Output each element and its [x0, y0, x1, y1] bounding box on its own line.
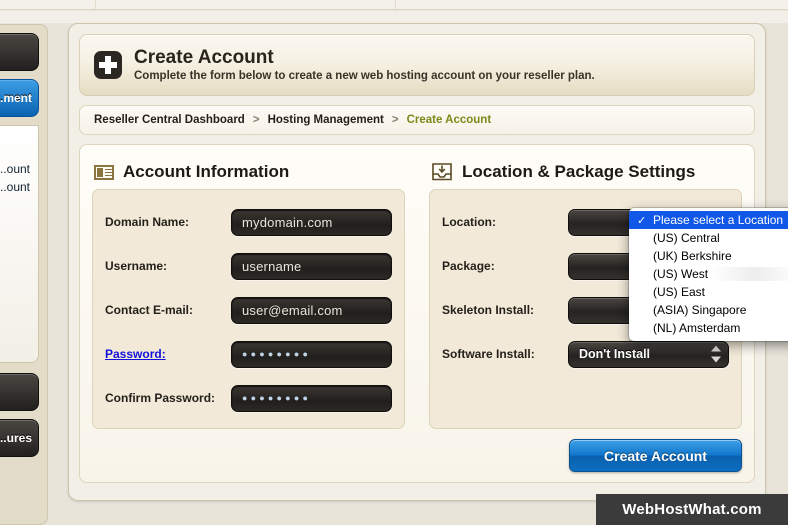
breadcrumb-separator-1: >	[252, 114, 260, 126]
software-install-label: Software Install:	[442, 347, 535, 361]
location-option-label: (ASIA) Singapore	[653, 303, 747, 317]
account-information-header: Account Information	[92, 155, 405, 189]
skeleton-install-label: Skeleton Install:	[442, 303, 535, 317]
location-option-us-west[interactable]: (US) West	[629, 265, 788, 283]
confirm-password-input[interactable]: ●●●●●●●●	[231, 384, 392, 412]
confirm-password-label: Confirm Password:	[105, 391, 216, 405]
sidebar-button-lower-2-label: ...ures	[0, 431, 32, 445]
main-content-panel: Create Account Complete the form below t…	[68, 23, 788, 501]
account-information-fields: Domain Name: mydomain.com Username: user…	[92, 189, 405, 429]
domain-name-label: Domain Name:	[105, 215, 190, 229]
password-input[interactable]: ●●●●●●●●	[231, 340, 392, 368]
form-card: Account Information Domain Name: mydomai…	[79, 144, 788, 483]
sidebar-button-hosting-management[interactable]: ...ment	[0, 79, 39, 117]
username-input[interactable]: username	[231, 252, 392, 280]
location-package-title: Location & Package Settings	[462, 162, 696, 181]
field-row-username: Username: username	[105, 244, 392, 288]
sidebar-submenu: ...ount ...ount	[0, 125, 39, 363]
breadcrumb-separator-2: >	[391, 114, 399, 126]
browser-top-strip-secondary	[0, 11, 788, 23]
sidebar-lower-group: ...ures	[0, 373, 39, 457]
contact-email-label: Contact E-mail:	[105, 303, 194, 317]
browser-top-strip	[0, 0, 788, 10]
watermark: WebHostWhat.com	[596, 494, 788, 525]
plus-box-icon	[94, 51, 122, 79]
sidebar-button-hosting-management-label: ...ment	[0, 91, 32, 105]
location-option-label: (US) Central	[653, 231, 720, 245]
sidebar-menu-item-2[interactable]: ...ount	[0, 178, 32, 196]
breadcrumb-item-dashboard[interactable]: Reseller Central Dashboard	[94, 114, 245, 126]
software-install-select[interactable]: Don't Install	[568, 340, 729, 368]
field-row-password: Password: ●●●●●●●●	[105, 332, 392, 376]
location-option-please-select[interactable]: ✓ Please select a Location	[629, 211, 788, 229]
location-option-nl-amsterdam[interactable]: (NL) Amsterdam	[629, 319, 788, 337]
breadcrumb-item-hosting-management[interactable]: Hosting Management	[268, 114, 384, 126]
sidebar-button-lower-1[interactable]	[0, 373, 39, 411]
location-option-uk-berkshire[interactable]: (UK) Berkshire	[629, 247, 788, 265]
password-label-link[interactable]: Password:	[105, 347, 231, 361]
field-row-domain-name: Domain Name: mydomain.com	[105, 200, 392, 244]
inbox-tray-icon	[432, 163, 452, 181]
account-information-column: Account Information Domain Name: mydomai…	[92, 155, 405, 429]
page-title: Create Account	[134, 46, 274, 68]
location-label: Location:	[442, 215, 496, 229]
field-row-confirm-password: Confirm Password: ●●●●●●●●	[105, 376, 392, 420]
breadcrumb: Reseller Central Dashboard > Hosting Man…	[79, 105, 755, 135]
sidebar-button-top[interactable]	[0, 33, 39, 71]
page-header-text: Create Account Complete the form below t…	[134, 47, 595, 84]
account-information-title: Account Information	[123, 162, 290, 181]
sidebar-button-lower-2[interactable]: ...ures	[0, 419, 39, 457]
page-subtitle: Complete the form below to create a new …	[134, 69, 595, 82]
location-option-asia-singapore[interactable]: (ASIA) Singapore	[629, 301, 788, 319]
package-label: Package:	[442, 259, 495, 273]
location-option-label: (NL) Amsterdam	[653, 321, 741, 335]
location-option-label: (US) West	[653, 267, 709, 281]
location-option-us-central[interactable]: (US) Central	[629, 229, 788, 247]
username-label: Username:	[105, 259, 168, 273]
contact-email-input[interactable]: user@email.com	[231, 296, 392, 324]
location-option-us-east[interactable]: (US) East	[629, 283, 788, 301]
domain-name-input[interactable]: mydomain.com	[231, 208, 392, 236]
sidebar-menu-item-1[interactable]: ...ount	[0, 160, 32, 178]
location-dropdown-menu[interactable]: ✓ Please select a Location (US) Central …	[629, 208, 788, 341]
check-icon: ✓	[637, 214, 647, 227]
breadcrumb-item-create-account: Create Account	[406, 114, 492, 126]
location-option-label: (UK) Berkshire	[653, 249, 732, 263]
submit-row: Create Account	[92, 439, 742, 472]
location-package-header: Location & Package Settings	[429, 155, 742, 189]
create-account-button[interactable]: Create Account	[569, 439, 742, 472]
software-install-stepper-icon	[711, 345, 722, 364]
id-card-icon	[94, 164, 114, 180]
page-header: Create Account Complete the form below t…	[79, 34, 755, 96]
software-install-select-value: Don't Install	[579, 347, 651, 361]
location-option-label: (US) East	[653, 285, 706, 299]
sidebar: ...ment ...ount ...ount ...ures	[0, 24, 48, 525]
field-row-contact-email: Contact E-mail: user@email.com	[105, 288, 392, 332]
location-option-label: Please select a Location	[653, 213, 784, 227]
